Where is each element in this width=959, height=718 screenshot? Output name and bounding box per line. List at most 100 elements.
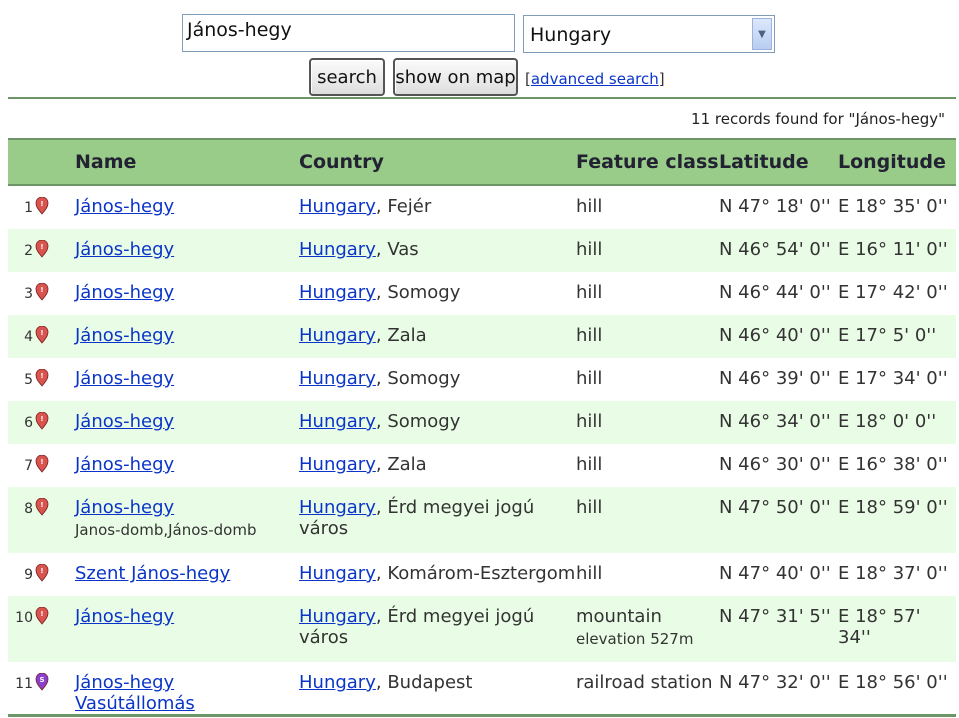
hill-pin-icon[interactable]: ! (35, 454, 49, 473)
row-index: 3 (24, 286, 33, 302)
hill-pin-icon[interactable]: ! (35, 196, 49, 215)
row-index-cell: 2! (8, 229, 75, 272)
search-input[interactable]: János-hegy (182, 14, 515, 52)
table-row: 5! János-hegy Hungary, Somogy hill N 46°… (8, 358, 956, 401)
chevron-down-icon[interactable]: ▼ (752, 18, 772, 50)
longitude-cell: E 17° 42' 0'' (838, 282, 948, 303)
country-select[interactable]: Hungary ▼ (523, 15, 775, 53)
place-name-link[interactable]: János-hegy (75, 368, 174, 389)
header-index (8, 138, 75, 186)
advanced-search-link[interactable]: advanced search (531, 70, 659, 88)
header-name: Name (75, 138, 299, 186)
elevation: elevation 527m (576, 630, 694, 648)
row-index: 7 (24, 458, 33, 474)
svg-text:!: ! (40, 200, 43, 208)
station-pin-icon[interactable]: S (35, 672, 49, 691)
svg-text:S: S (39, 676, 44, 684)
name-cell: János-hegy (75, 596, 299, 662)
place-name-link[interactable]: János-hegy (75, 454, 174, 475)
region-text: , Zala (375, 325, 427, 346)
show-on-map-button[interactable]: show on map (393, 58, 518, 96)
row-index-cell: 7! (8, 444, 75, 487)
feature-class: hill (576, 454, 603, 475)
place-name-link[interactable]: János-hegy (75, 282, 174, 303)
place-name-link[interactable]: János-hegy (75, 411, 174, 432)
place-name-link[interactable]: János-hegy (75, 325, 174, 346)
row-index: 9 (24, 567, 33, 583)
place-name-link[interactable]: Szent János-hegy (75, 563, 230, 584)
country-cell: Hungary, Érd megyei jogú város (299, 596, 576, 662)
hill-pin-icon[interactable]: ! (35, 497, 49, 516)
table-row: 6! János-hegy Hungary, Somogy hill N 46°… (8, 401, 956, 444)
country-link[interactable]: Hungary (299, 497, 376, 518)
feature-class: hill (576, 411, 603, 432)
hill-pin-icon[interactable]: ! (35, 282, 49, 301)
place-name-link[interactable]: János-hegy (75, 497, 174, 518)
row-index: 10 (15, 610, 33, 626)
table-row: 2! János-hegy Hungary, Vas hill N 46° 54… (8, 229, 956, 272)
region-text: , Budapest (375, 672, 473, 693)
country-link[interactable]: Hungary (299, 239, 376, 260)
longitude-cell: E 16° 11' 0'' (838, 229, 956, 272)
country-link[interactable]: Hungary (299, 282, 376, 303)
hill-pin-icon[interactable]: ! (35, 368, 49, 387)
row-index: 11 (15, 676, 33, 692)
svg-text:!: ! (40, 567, 43, 575)
country-link[interactable]: Hungary (299, 672, 376, 693)
region-text: , Vas (375, 239, 419, 260)
row-index-cell: 4! (8, 315, 75, 358)
svg-text:!: ! (40, 286, 43, 294)
name-cell: János-hegy (75, 185, 299, 229)
name-cell: János-hegy (75, 272, 299, 315)
country-link[interactable]: Hungary (299, 606, 376, 627)
feature-class-cell: hill (576, 444, 719, 487)
place-name-link[interactable]: János-hegy (75, 606, 174, 627)
country-cell: Hungary, Komárom-Esztergom (299, 553, 576, 596)
table-row: 4! János-hegy Hungary, Zala hill N 46° 4… (8, 315, 956, 358)
search-button[interactable]: search (309, 58, 385, 96)
hill-pin-icon[interactable]: ! (35, 239, 49, 258)
country-select-value: Hungary (530, 24, 612, 46)
row-index-cell: 8! (8, 487, 75, 553)
alternate-names: Janos-domb,János-domb (75, 521, 257, 539)
feature-class: hill (576, 239, 603, 260)
row-index-cell: 11 S (8, 662, 75, 717)
latitude-cell: N 46° 30' 0'' (719, 454, 831, 475)
latitude-cell: N 47° 32' 0'' (719, 662, 838, 717)
name-cell: János-hegy (75, 315, 299, 358)
feature-class: hill (576, 196, 603, 217)
country-cell: Hungary, Zala (299, 444, 576, 487)
country-link[interactable]: Hungary (299, 454, 376, 475)
country-link[interactable]: Hungary (299, 325, 376, 346)
longitude-cell: E 18° 35' 0'' (838, 196, 948, 217)
country-link[interactable]: Hungary (299, 411, 376, 432)
latitude-cell: N 46° 54' 0'' (719, 229, 838, 272)
latitude-cell: N 46° 34' 0'' (719, 401, 838, 444)
feature-class: hill (576, 282, 603, 303)
region-text: , Somogy (375, 411, 461, 432)
place-name-link[interactable]: János-hegy (75, 239, 174, 260)
country-cell: Hungary, Somogy (299, 358, 576, 401)
table-row: 9! Szent János-hegy Hungary, Komárom-Esz… (8, 553, 956, 596)
country-link[interactable]: Hungary (299, 563, 376, 584)
country-cell: Hungary, Zala (299, 315, 576, 358)
country-cell: Hungary, Somogy (299, 401, 576, 444)
hill-pin-icon[interactable]: ! (35, 606, 49, 625)
feature-class-cell: hill (576, 401, 719, 444)
advanced-search: [advanced search] (525, 70, 665, 88)
feature-class: hill (576, 563, 603, 584)
svg-text:!: ! (40, 458, 43, 466)
feature-class-cell: hill (576, 553, 719, 596)
longitude-cell: E 17° 5' 0'' (838, 315, 956, 358)
hill-pin-icon[interactable]: ! (35, 325, 49, 344)
country-link[interactable]: Hungary (299, 196, 376, 217)
hill-pin-icon[interactable]: ! (35, 411, 49, 430)
table-row: 7! János-hegy Hungary, Zala hill N 46° 3… (8, 444, 956, 487)
hill-pin-icon[interactable]: ! (35, 563, 49, 582)
region-text: , Zala (375, 454, 427, 475)
country-link[interactable]: Hungary (299, 368, 376, 389)
place-name-link[interactable]: János-hegy (75, 196, 174, 217)
place-name-link[interactable]: János-hegy Vasútállomás (75, 672, 195, 714)
country-cell: Hungary, Érd megyei jogú város (299, 487, 576, 553)
table-row: 8! János-hegy Janos-domb,János-domb Hunga… (8, 487, 956, 553)
